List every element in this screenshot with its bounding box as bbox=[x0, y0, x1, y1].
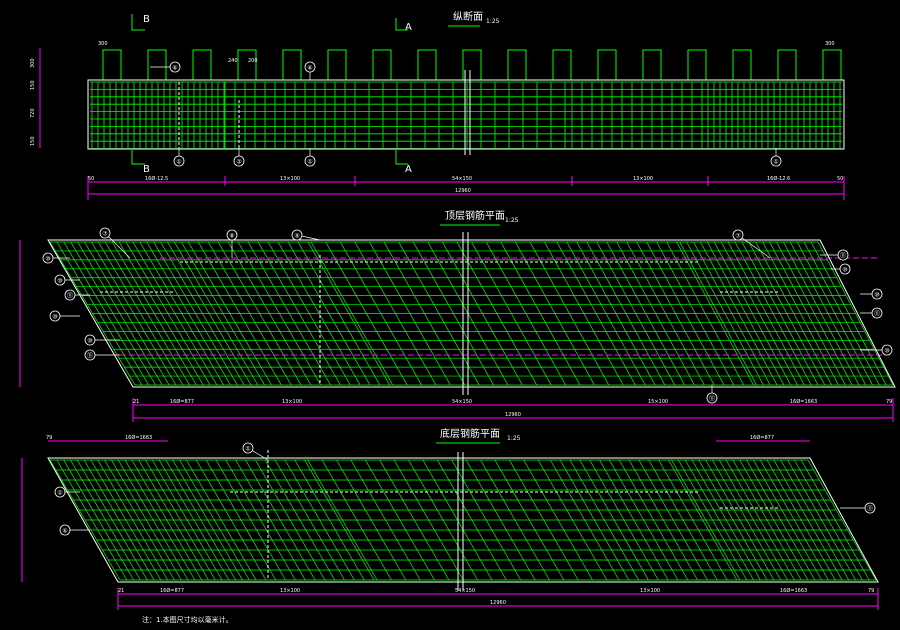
top-plan-title: 顶层钢筋平面 bbox=[445, 209, 505, 222]
callout-label: ⑪ bbox=[87, 352, 93, 360]
bot-dim-total: 12960 bbox=[490, 600, 506, 606]
callout-label: ⑪ bbox=[840, 252, 846, 260]
callout-label: ⑦ bbox=[102, 231, 108, 238]
callout-label: ⑪ bbox=[67, 292, 73, 300]
elev-dim-mid-b: 200 bbox=[248, 58, 258, 64]
bot-dim-seg3: 13×100 bbox=[640, 588, 660, 594]
bot-dim-right-end: 79 bbox=[868, 588, 874, 594]
top-dim-left-end: 21 bbox=[133, 399, 139, 405]
callout-label: ⑥ bbox=[172, 65, 177, 72]
callout-label: ⑩ bbox=[45, 256, 50, 263]
callout-label: ⑦ bbox=[735, 233, 741, 240]
top-dim-seg2: 13×100 bbox=[282, 399, 302, 405]
section-mark-a-bottom: A bbox=[405, 164, 412, 175]
bottom-plan-scale: 1:25 bbox=[507, 435, 521, 442]
elevation-scale: 1:25 bbox=[486, 18, 500, 25]
elev-dim-seg3: 13×100 bbox=[633, 176, 653, 182]
elev-dim-total: 12960 bbox=[455, 188, 471, 194]
top-dim-total: 12960 bbox=[505, 412, 521, 418]
section-mark-b-bottom: B bbox=[143, 164, 150, 175]
section-mark-a-top: A bbox=[405, 22, 412, 33]
elev-dim-seg2: 13×100 bbox=[280, 176, 300, 182]
callout-label: ⑧ bbox=[229, 233, 234, 240]
elev-dim-top-right: 300 bbox=[825, 41, 835, 47]
elevation-title: 纵断面 bbox=[453, 10, 483, 23]
bot-dim-top-right-label: 16Ø=877 bbox=[750, 434, 774, 441]
callout-label: ⑪ bbox=[874, 310, 880, 318]
callout-label: ⑩ bbox=[87, 338, 92, 345]
drawing-canvas: 纵断面 1:25 B B A A 50 16Ø-12.5 13×100 54×1… bbox=[0, 0, 900, 630]
callout-label: ① bbox=[176, 159, 181, 166]
elev-dim-right-end: 50 bbox=[837, 176, 843, 182]
callout-label: ⑩ bbox=[874, 292, 879, 299]
top-dim-seg3: 15×100 bbox=[648, 399, 668, 405]
elev-dim-mid-a: 240 bbox=[228, 58, 238, 64]
callout-label: ⑥ bbox=[62, 528, 67, 535]
bot-dim-center: 54×150 bbox=[455, 588, 475, 594]
bot-dim-seg2: 13×100 bbox=[280, 588, 300, 594]
drawing-note: 注：1.本图尺寸均以毫米计。 bbox=[142, 615, 233, 624]
bot-dim-top-left-small: 79 bbox=[46, 435, 52, 441]
top-plan-scale: 1:25 bbox=[505, 217, 519, 224]
elev-dim-center: 54×150 bbox=[452, 176, 472, 182]
callout-label: ⑩ bbox=[842, 267, 847, 274]
elev-dim-seg1: 16Ø-12.5 bbox=[145, 175, 168, 182]
callout-label: ① bbox=[307, 159, 312, 166]
callout-label: ① bbox=[245, 446, 250, 453]
elev-dim-left-v2: 150 bbox=[30, 80, 36, 90]
callout-label: ⑩ bbox=[884, 348, 889, 355]
callout-label: ⑥ bbox=[307, 65, 312, 72]
elev-dim-seg4: 16Ø-12.6 bbox=[767, 175, 790, 182]
bot-dim-seg4: 16Ø=1663 bbox=[780, 587, 807, 594]
callout-label: ⑩ bbox=[52, 314, 57, 321]
callout-label: ⑩ bbox=[57, 278, 62, 285]
elev-dim-left-end: 50 bbox=[88, 176, 94, 182]
callout-label: ① bbox=[773, 159, 778, 166]
elev-dim-left-v3: 720 bbox=[30, 108, 36, 118]
elev-dim-top-left: 300 bbox=[98, 41, 108, 47]
bot-dim-top-left-label: 16Ø=1663 bbox=[125, 434, 152, 441]
elev-dim-left-v4: 150 bbox=[30, 136, 36, 146]
callout-label: ⑪ bbox=[867, 505, 873, 513]
section-mark-b-top: B bbox=[143, 14, 150, 25]
elev-dim-left-v1: 300 bbox=[30, 58, 36, 68]
bot-dim-seg1: 16Ø=877 bbox=[160, 587, 184, 594]
callout-label: ① bbox=[57, 490, 62, 497]
top-dim-seg4: 16Ø=1663 bbox=[790, 398, 817, 405]
top-dim-right-end: 79 bbox=[886, 399, 892, 405]
bottom-plan-title: 底层钢筋平面 bbox=[440, 427, 500, 440]
callout-label: ⑪ bbox=[709, 395, 715, 403]
top-dim-seg1: 16Ø=877 bbox=[170, 398, 194, 405]
bot-dim-left-end: 21 bbox=[118, 588, 124, 594]
top-dim-center: 54×150 bbox=[452, 399, 472, 405]
callout-label: ⑨ bbox=[294, 233, 299, 240]
callout-label: ② bbox=[236, 159, 242, 166]
